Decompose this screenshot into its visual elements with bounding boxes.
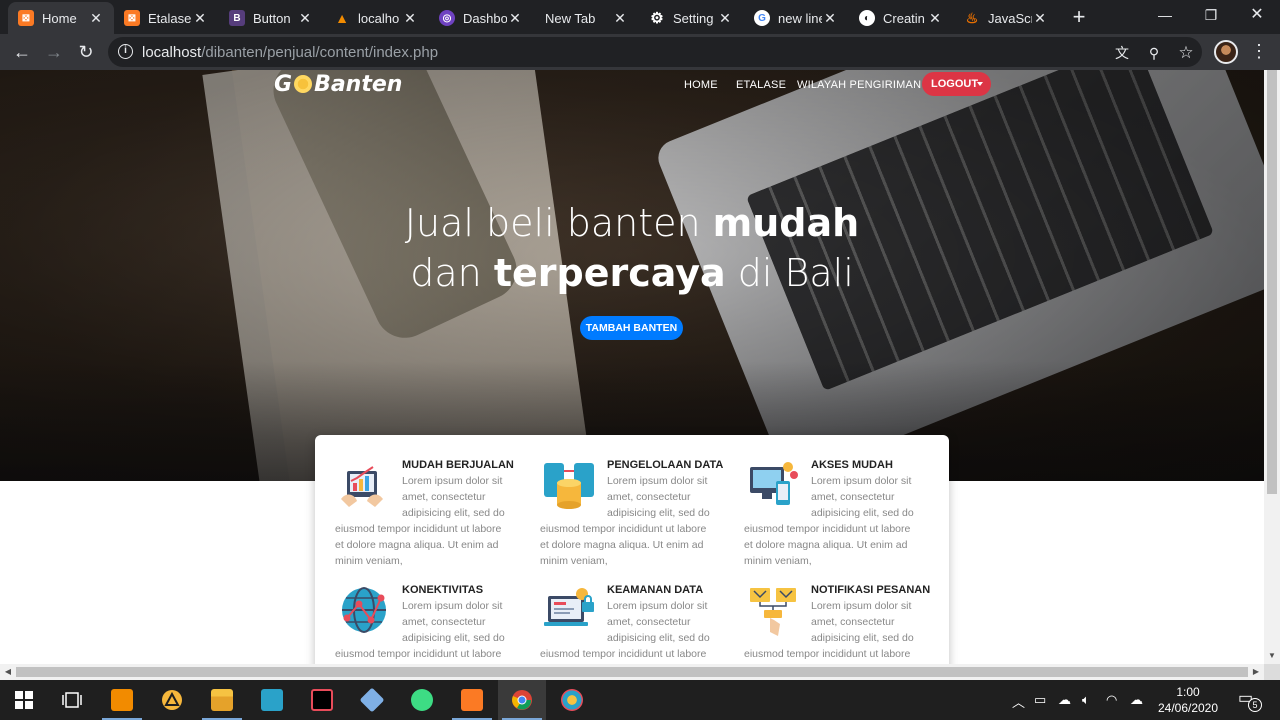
feature-description: Lorem ipsum dolor sit amet, consectetur … bbox=[744, 475, 914, 567]
close-tab-icon[interactable]: ✕ bbox=[88, 10, 104, 27]
logout-button[interactable]: LOGOUT bbox=[922, 72, 991, 96]
forward-arrow-icon[interactable]: → bbox=[40, 38, 68, 66]
system-clock[interactable]: 1:00 24/06/2020 bbox=[1152, 684, 1224, 716]
tambah-banten-button[interactable]: TAMBAH BANTEN bbox=[580, 316, 683, 340]
close-window-icon[interactable]: ✕ bbox=[1234, 0, 1280, 32]
tab-new-line[interactable]: G new line ✕ bbox=[744, 2, 848, 34]
url-text[interactable]: localhost/dibanten/penjual/content/index… bbox=[142, 44, 438, 61]
xampp-favicon-icon: ⊠ bbox=[18, 10, 34, 26]
page-viewport: G Banten HOME ETALASE WILAYAH PENGIRIMAN… bbox=[0, 70, 1264, 664]
nav-etalase[interactable]: ETALASE bbox=[736, 74, 786, 96]
feature-title: MUDAH BERJUALAN bbox=[402, 459, 514, 471]
profile-avatar[interactable] bbox=[1214, 40, 1238, 64]
minimize-icon[interactable]: — bbox=[1142, 0, 1188, 32]
site-info-icon[interactable]: i bbox=[118, 44, 133, 59]
close-tab-icon[interactable]: ✕ bbox=[612, 10, 628, 27]
tab-settings[interactable]: ⚙ Setting ✕ bbox=[639, 2, 743, 34]
address-bar[interactable]: i localhost/dibanten/penjual/content/ind… bbox=[108, 37, 1202, 67]
tab-home[interactable]: ⊠ Home ✕ bbox=[8, 2, 114, 34]
wifi-icon[interactable]: ◠ bbox=[1106, 692, 1117, 708]
vertical-scrollbar[interactable]: ▼ bbox=[1264, 70, 1280, 664]
feature-description: Lorem ipsum dolor sit amet, consectetur … bbox=[335, 475, 505, 567]
tab-dashboard[interactable]: ◎ Dashbo ✕ bbox=[429, 2, 533, 34]
close-tab-icon[interactable]: ✕ bbox=[927, 10, 943, 27]
tab-creating[interactable]: ◐ Creatin ✕ bbox=[849, 2, 953, 34]
xampp-icon[interactable] bbox=[448, 680, 496, 720]
nav-home[interactable]: HOME bbox=[684, 74, 718, 96]
web-favicon-icon: ◐ bbox=[859, 10, 875, 26]
horizontal-scroll-thumb[interactable] bbox=[16, 667, 1248, 677]
feature-title: AKSES MUDAH bbox=[811, 459, 893, 471]
brand-logo[interactable]: G Banten bbox=[274, 70, 402, 98]
feature-description: Lorem ipsum dolor sit amet, consectetur … bbox=[540, 475, 710, 567]
close-tab-icon[interactable]: ✕ bbox=[507, 10, 523, 27]
restore-icon[interactable]: ❐ bbox=[1188, 0, 1234, 32]
feature-description: Lorem ipsum dolor sit amet, consectetur … bbox=[744, 600, 914, 660]
battery-icon[interactable]: ▭ bbox=[1034, 692, 1046, 708]
windows-taskbar: 3 ︿ ▭ ☁ 🔈︎ ◠ ☁ 1:00 24/06/2020 ▭5 bbox=[0, 680, 1280, 720]
feature-description: Lorem ipsum dolor sit amet, consectetur … bbox=[335, 600, 505, 660]
reload-icon[interactable]: ↻ bbox=[72, 38, 100, 66]
flower-logo-icon bbox=[294, 75, 313, 93]
translate-icon[interactable]: 文 bbox=[1112, 43, 1132, 63]
close-tab-icon[interactable]: ✕ bbox=[402, 10, 418, 27]
java-favicon-icon: ♨ bbox=[965, 9, 979, 26]
bootstrap-favicon-icon: B bbox=[229, 10, 245, 26]
vertical-scroll-thumb[interactable] bbox=[1267, 70, 1277, 494]
cloud-error-icon[interactable]: ☁ bbox=[1058, 692, 1071, 708]
scroll-right-arrow-icon[interactable]: ▶ bbox=[1248, 664, 1264, 680]
tab-localhost[interactable]: ▲ localho ✕ bbox=[324, 2, 428, 34]
chrome-menu-icon[interactable]: ⋮ bbox=[1250, 40, 1268, 64]
google-favicon-icon: G bbox=[754, 10, 770, 26]
phpmyadmin-favicon-icon: ▲ bbox=[335, 10, 349, 26]
tab-button[interactable]: B Button ✕ bbox=[219, 2, 323, 34]
horizontal-scrollbar[interactable]: ◀ ▶ bbox=[0, 664, 1264, 680]
tab-strip: ⊠ Home ✕ ⊠ Etalase ✕ B Button ✕ ▲ localh… bbox=[0, 0, 1280, 34]
windows-start-icon[interactable] bbox=[0, 680, 48, 720]
chrome-icon[interactable] bbox=[498, 680, 546, 720]
tab-new-tab[interactable]: New Tab ✕ bbox=[534, 2, 638, 34]
task-view-icon[interactable] bbox=[48, 680, 96, 720]
features-card: MUDAH BERJUALAN Lorem ipsum dolor sit am… bbox=[315, 435, 949, 664]
close-tab-icon[interactable]: ✕ bbox=[1032, 10, 1048, 27]
file-explorer-icon[interactable] bbox=[198, 680, 246, 720]
nav-wilayah-pengiriman[interactable]: WILAYAH PENGIRIMAN bbox=[797, 74, 921, 96]
new-tab-button[interactable]: + bbox=[1066, 5, 1092, 31]
hero-section: G Banten HOME ETALASE WILAYAH PENGIRIMAN… bbox=[0, 70, 1264, 481]
feature-description: Lorem ipsum dolor sit amet, consectetur … bbox=[540, 600, 710, 660]
back-arrow-icon[interactable]: ← bbox=[8, 38, 36, 66]
dashboard-favicon-icon: ◎ bbox=[439, 10, 455, 26]
paint-icon[interactable] bbox=[548, 680, 596, 720]
action-center-icon[interactable]: ▭ 5 bbox=[1238, 688, 1262, 712]
sublime-text-icon[interactable] bbox=[98, 680, 146, 720]
feature-title: KONEKTIVITAS bbox=[402, 584, 484, 596]
android-studio-icon[interactable] bbox=[398, 680, 446, 720]
virtualbox-icon[interactable] bbox=[348, 680, 396, 720]
caret-down-icon bbox=[977, 82, 983, 86]
feature-title: NOTIFIKASI PESANAN bbox=[811, 584, 931, 596]
zoom-icon[interactable]: ⚲ bbox=[1144, 43, 1164, 63]
scroll-left-arrow-icon[interactable]: ◀ bbox=[0, 664, 16, 680]
gear-favicon-icon: ⚙ bbox=[650, 10, 664, 27]
intellij-icon[interactable] bbox=[298, 680, 346, 720]
tab-javascript[interactable]: ♨ JavaScr ✕ bbox=[954, 2, 1058, 34]
tray-expand-icon[interactable]: ︿ bbox=[1012, 692, 1025, 711]
hero-headline: Jual beli banten mudah dan terpercaya di… bbox=[404, 201, 860, 295]
close-tab-icon[interactable]: ✕ bbox=[822, 10, 838, 27]
feature-title: KEAMANAN DATA bbox=[607, 584, 704, 596]
tab-etalase[interactable]: ⊠ Etalase ✕ bbox=[114, 2, 218, 34]
scroll-down-arrow-icon[interactable]: ▼ bbox=[1264, 648, 1280, 664]
feature-title: PENGELOLAAN DATA bbox=[607, 459, 724, 471]
volume-icon[interactable]: 🔈︎ bbox=[1082, 692, 1090, 708]
close-tab-icon[interactable]: ✕ bbox=[192, 10, 208, 27]
xampp-favicon-icon: ⊠ bbox=[124, 10, 140, 26]
close-tab-icon[interactable]: ✕ bbox=[297, 10, 313, 27]
mail-icon[interactable]: 3 bbox=[248, 680, 542, 720]
onedrive-icon[interactable]: ☁ bbox=[1130, 692, 1143, 708]
bookmark-star-icon[interactable]: ☆ bbox=[1176, 43, 1196, 63]
triangle-app-icon[interactable] bbox=[148, 680, 196, 720]
close-tab-icon[interactable]: ✕ bbox=[717, 10, 733, 27]
browser-toolbar: ← → ↻ i localhost/dibanten/penjual/conte… bbox=[0, 34, 1280, 70]
